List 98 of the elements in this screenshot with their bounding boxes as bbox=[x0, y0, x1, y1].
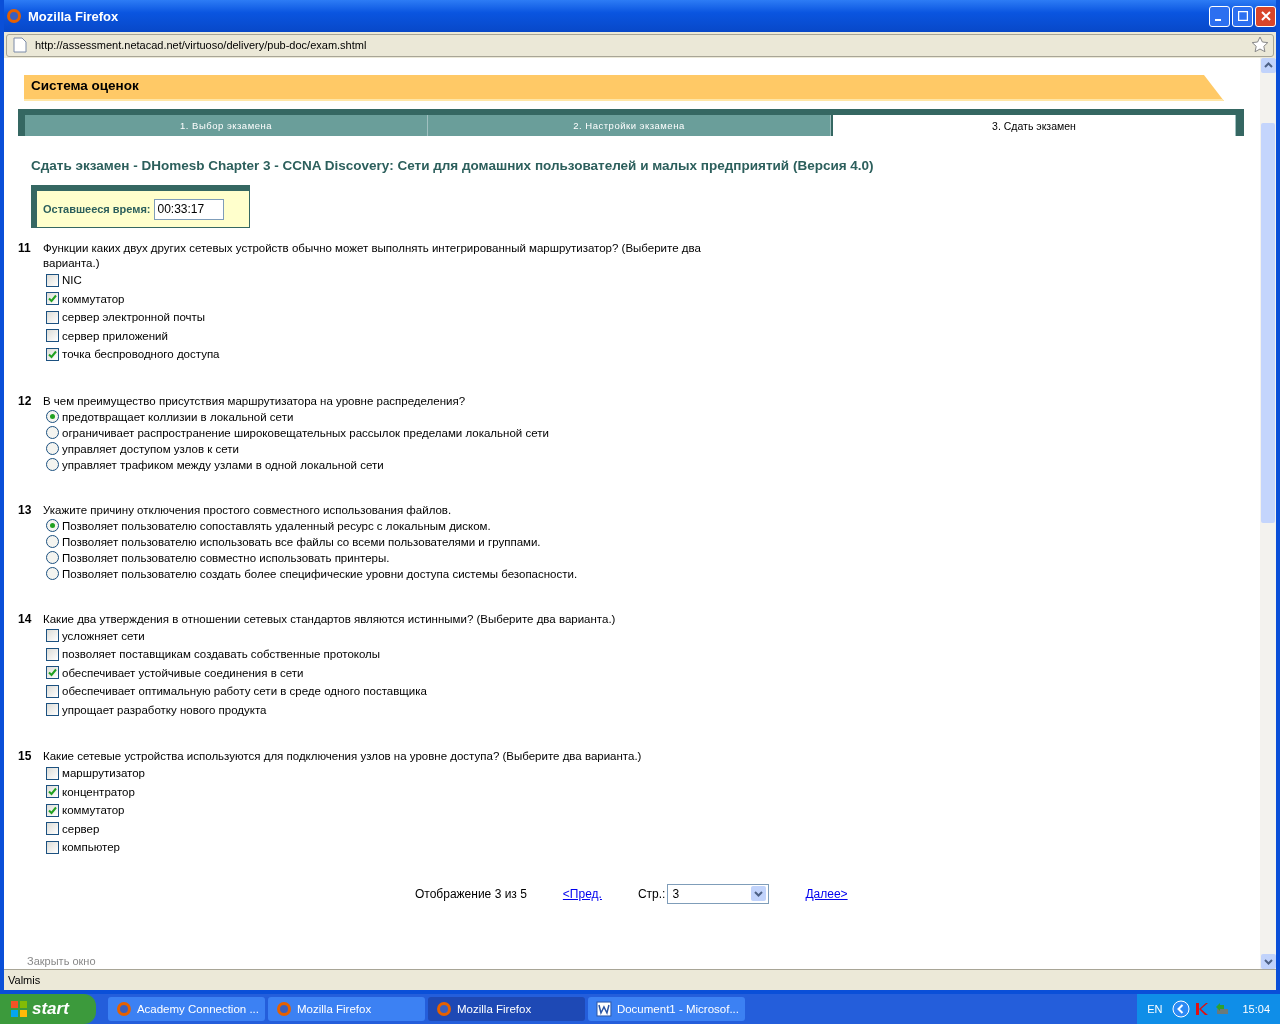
question-number: 15 bbox=[18, 749, 33, 764]
step-tab[interactable]: 3. Сдать экзамен bbox=[831, 115, 1236, 136]
step-tab[interactable]: 2. Настройки экзамена bbox=[428, 115, 831, 136]
taskbar-button[interactable]: Mozilla Firefox bbox=[428, 997, 585, 1021]
vertical-scrollbar[interactable] bbox=[1260, 58, 1276, 969]
option-label: предотвращает коллизии в локальной сети bbox=[62, 410, 294, 423]
option-label: обеспечивает устойчивые соединения в сети bbox=[62, 666, 304, 679]
checkbox[interactable] bbox=[46, 647, 59, 661]
option-label: NIC bbox=[62, 274, 82, 287]
checkbox[interactable] bbox=[46, 329, 59, 343]
chevron-left-icon[interactable] bbox=[1172, 1000, 1191, 1018]
language-indicator[interactable]: EN bbox=[1147, 1003, 1163, 1015]
option-label: упрощает разработку нового продукта bbox=[62, 703, 267, 716]
taskbar-button[interactable]: Mozilla Firefox bbox=[268, 997, 425, 1021]
checkbox[interactable] bbox=[46, 822, 59, 836]
option-label: коммутатор bbox=[62, 804, 125, 817]
maximize-button[interactable] bbox=[1232, 5, 1253, 27]
radio-button[interactable] bbox=[46, 519, 59, 532]
checkbox[interactable] bbox=[46, 273, 59, 287]
radio-button[interactable] bbox=[46, 442, 59, 455]
option-label: Позволяет пользователю создать более специфические уровни доступа системы безопасности. bbox=[62, 567, 578, 580]
maximize-icon bbox=[1237, 11, 1248, 21]
checkbox[interactable] bbox=[46, 629, 59, 643]
clock: 15:04 bbox=[1242, 1003, 1270, 1015]
radio-button[interactable] bbox=[46, 567, 59, 580]
option-label: Позволяет пользователю сопоставлять удаленный ресурс с локальным диском. bbox=[62, 519, 491, 532]
page-header: Система оценок bbox=[24, 75, 1224, 101]
question-number: 11 bbox=[18, 241, 32, 257]
checkbox[interactable] bbox=[46, 292, 59, 306]
page-status: Отображение 3 из 5 bbox=[415, 886, 527, 901]
question-number: 13 bbox=[18, 502, 33, 518]
scroll-down-icon[interactable] bbox=[1260, 954, 1276, 969]
question-text: Укажите причину отключения простого совместного использования файлов. bbox=[43, 502, 453, 518]
close-button[interactable] bbox=[1255, 5, 1276, 27]
taskbar-button[interactable]: Document1 - Microsof... bbox=[588, 997, 745, 1021]
status-text: Valmis bbox=[8, 974, 41, 986]
close-window-link[interactable]: Закрыть окно bbox=[27, 955, 1244, 967]
option-label: управляет трафиком между узлами в одной локальной сети bbox=[62, 458, 384, 471]
page-label: Стр.: bbox=[637, 886, 666, 901]
scrollbar-thumb[interactable] bbox=[1261, 123, 1275, 523]
star-icon[interactable] bbox=[1251, 36, 1269, 54]
address-bar[interactable]: http://assessment.netacad.net/virtuoso/delivery/pub-doc/exam.shtml bbox=[6, 33, 1274, 57]
option-label: маршрутизатор bbox=[62, 767, 145, 780]
option-label: ограничивает распространение широковещательных рассылок пределами локальной сети bbox=[62, 426, 549, 439]
previous-link[interactable]: <Пред. bbox=[562, 886, 602, 901]
option-label: концентратор bbox=[62, 785, 135, 798]
radio-button[interactable] bbox=[46, 535, 59, 548]
checkbox[interactable] bbox=[46, 785, 59, 799]
checkbox[interactable] bbox=[46, 347, 59, 361]
option-label: сервер электронной почты bbox=[62, 311, 206, 324]
checkbox[interactable] bbox=[46, 310, 59, 324]
option-label: точка беспроводного доступа bbox=[62, 348, 220, 361]
radio-button[interactable] bbox=[46, 410, 59, 423]
next-link[interactable]: Далее> bbox=[805, 886, 848, 901]
taskbar-button[interactable]: Academy Connection ... bbox=[108, 997, 265, 1021]
firefox-icon bbox=[116, 1001, 132, 1017]
checkbox[interactable] bbox=[46, 840, 59, 854]
option-label: усложняет сети bbox=[62, 629, 145, 642]
windows-logo-icon bbox=[10, 1000, 28, 1018]
question-text: Какие два утверждения в отношении сетевых стандартов являются истинными? (Выберите два варианта.) bbox=[43, 611, 617, 627]
timer-field: 00:33:17 bbox=[154, 198, 225, 220]
radio-button[interactable] bbox=[46, 458, 59, 471]
option-label: позволяет поставщикам создавать собственные протоколы bbox=[62, 648, 381, 661]
firefox-icon bbox=[6, 8, 22, 24]
page-select[interactable]: 3 bbox=[667, 883, 770, 904]
start-button[interactable]: start bbox=[0, 994, 96, 1024]
radio-button[interactable] bbox=[46, 426, 59, 439]
window-title: Mozilla Firefox bbox=[28, 8, 119, 24]
checkbox[interactable] bbox=[46, 803, 59, 817]
checkbox[interactable] bbox=[46, 703, 59, 717]
scroll-up-icon[interactable] bbox=[1260, 58, 1276, 73]
question-number: 14 bbox=[18, 611, 33, 627]
checkbox[interactable] bbox=[46, 666, 59, 680]
option-label: управляет доступом узлов к сети bbox=[62, 442, 239, 455]
exam-title: Сдать экзамен - DHomesb Chapter 3 - CCNA Discovery: Сети для домашних пользователей и малых предприятий (Версия 4.0) bbox=[31, 158, 875, 173]
question-text: В чем преимущество присутствия маршрутизатора на уровне распределения? bbox=[43, 393, 467, 409]
option-label: сервер приложений bbox=[62, 329, 168, 342]
option-label: Позволяет пользователю использовать все файлы со всеми пользователями и группами. bbox=[62, 535, 541, 548]
close-icon bbox=[1260, 11, 1271, 21]
option-label: коммутатор bbox=[62, 292, 125, 305]
document-w-icon bbox=[596, 1001, 612, 1017]
option-label: Позволяет пользователю совместно использовать принтеры. bbox=[62, 551, 390, 564]
step-tab[interactable]: 1. Выбор экзамена bbox=[25, 115, 428, 136]
radio-button[interactable] bbox=[46, 551, 59, 564]
option-label: обеспечивает оптимальную работу сети в среде одного поставщика bbox=[62, 685, 427, 698]
checkbox[interactable] bbox=[46, 684, 59, 698]
question-text: Функции каких двух других сетевых устройств обычно может выполнять интегрированный маршрутизатор? (Выберите два варианта.) bbox=[43, 241, 702, 271]
question-text: Какие сетевые устройства используются для подключения узлов на уровне доступа? (Выберите два варианта.) bbox=[43, 749, 643, 764]
firefox-icon bbox=[276, 1001, 292, 1017]
checkbox[interactable] bbox=[46, 766, 59, 780]
timer-label: Оставшееся время: bbox=[43, 203, 151, 215]
page-icon bbox=[13, 37, 27, 53]
minimize-button[interactable] bbox=[1209, 5, 1230, 27]
option-label: компьютер bbox=[62, 841, 120, 854]
minimize-icon bbox=[1215, 18, 1221, 21]
firefox-icon bbox=[436, 1001, 452, 1017]
question-number: 12 bbox=[18, 393, 33, 409]
option-label: сервер bbox=[62, 822, 100, 835]
